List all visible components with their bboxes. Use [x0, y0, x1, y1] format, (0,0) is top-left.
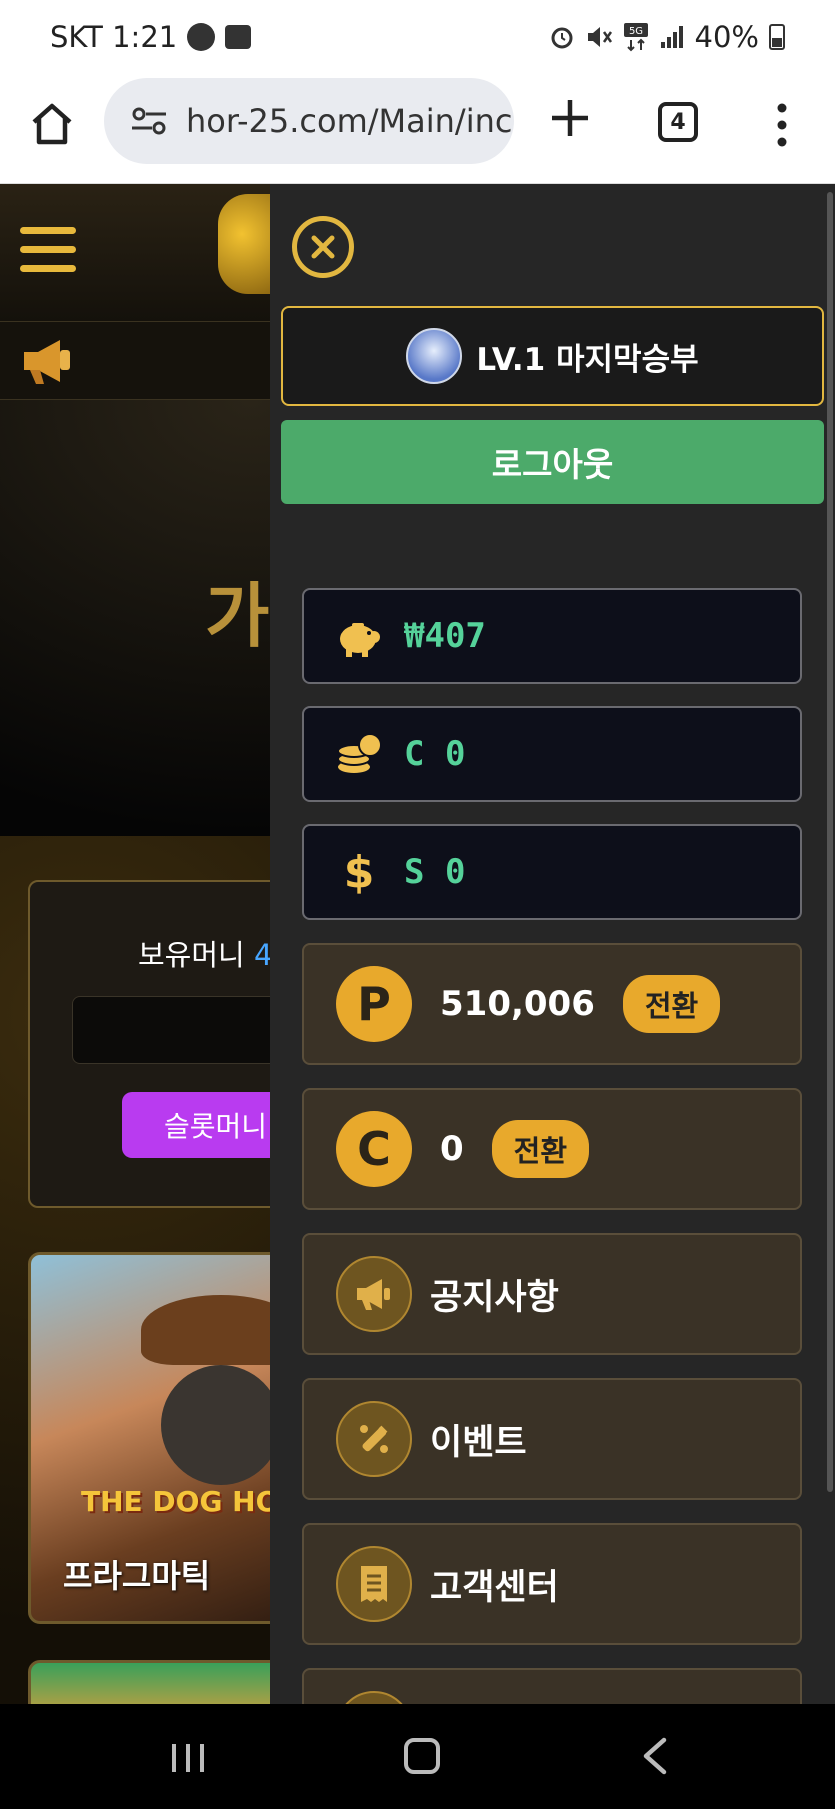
megaphone-icon [24, 340, 70, 384]
convert-point-button[interactable]: 전환 [622, 975, 721, 1033]
game-art-dog [161, 1365, 281, 1485]
mute-icon [587, 27, 612, 47]
point-row-c: C 0 전환 [302, 1088, 802, 1210]
battery-percent: 40% [694, 20, 759, 54]
balance-casino: C 0 [302, 706, 802, 802]
carrier-time: SKT 1:21 [50, 20, 178, 54]
tab-switcher-button[interactable]: 4 [658, 102, 698, 142]
menu-item-label: 고객센터 [430, 1567, 559, 1608]
balance-slot-value: S 0 [404, 852, 466, 892]
balance-krw: ₩407 [302, 588, 802, 684]
menu-item-notice[interactable]: 공지사항 [302, 1233, 802, 1355]
game-logo: THE DOG HO [81, 1485, 280, 1518]
coins-icon [337, 733, 382, 773]
point-c-value: 0 [440, 1129, 464, 1169]
new-tab-button[interactable] [548, 96, 592, 140]
recent-apps-button[interactable] [168, 1742, 208, 1774]
balance-slot: $ S 0 [302, 824, 802, 920]
event-icon [336, 1401, 412, 1477]
point-p-value: 510,006 [440, 984, 595, 1024]
receipt-icon [336, 1546, 412, 1622]
signal-icon [660, 26, 683, 48]
close-button[interactable] [292, 216, 354, 278]
status-bar: SKT 1:21 5G 40% [0, 0, 835, 78]
svg-text:5G: 5G [628, 26, 642, 37]
point-row-p: P 510,006 전환 [302, 943, 802, 1065]
menu-item-label: 이벤트 [430, 1422, 527, 1463]
logout-button[interactable]: 로그아웃 [281, 420, 824, 504]
user-profile: LV.1 마지막승부 [281, 306, 824, 406]
dollar-icon: $ [344, 847, 375, 897]
menu-item-more[interactable] [302, 1668, 802, 1704]
browser-toolbar: hor-25.com/Main/inc 4 [0, 78, 835, 184]
user-level-name: LV.1 마지막승부 [476, 341, 699, 378]
menu-item-icon [336, 1691, 412, 1704]
url-text: hor-25.com/Main/inc [186, 102, 513, 140]
point-p-icon: P [336, 966, 412, 1042]
back-button[interactable] [640, 1736, 670, 1776]
menu-item-support[interactable]: 고객센터 [302, 1523, 802, 1645]
point-c-icon: C [336, 1111, 412, 1187]
more-menu-icon[interactable] [770, 100, 794, 150]
menu-item-event[interactable]: 이벤트 [302, 1378, 802, 1500]
address-bar[interactable]: hor-25.com/Main/inc [104, 78, 514, 164]
site-settings-icon[interactable] [130, 106, 168, 136]
avatar [406, 328, 463, 384]
image-icon [225, 25, 252, 49]
home-button[interactable] [28, 100, 76, 148]
system-nav-bar [0, 1704, 835, 1809]
close-icon [311, 235, 335, 259]
game-provider-title: 프라그마틱 [63, 1557, 211, 1595]
menu-item-label: 공지사항 [430, 1277, 559, 1318]
wallet-label: 보유머니 4 [138, 938, 273, 972]
svg-text:$: $ [344, 847, 375, 897]
hamburger-menu-icon[interactable] [20, 227, 76, 275]
alarm-icon [551, 27, 573, 49]
battery-icon [769, 24, 785, 50]
home-nav-button[interactable] [404, 1738, 440, 1774]
convert-comp-button[interactable]: 전환 [491, 1120, 590, 1178]
megaphone-icon [336, 1256, 412, 1332]
talk-icon [187, 23, 216, 51]
piggy-bank-icon [340, 623, 380, 657]
balance-casino-value: C 0 [404, 734, 466, 774]
drawer-scrollbar[interactable] [827, 192, 833, 1492]
bee-logo[interactable] [218, 194, 278, 294]
balance-krw-value: ₩407 [404, 616, 486, 656]
5g-icon: 5G [623, 23, 648, 52]
side-drawer: LV.1 마지막승부 로그아웃 ₩407 C 0 $ S 0 P 510,006… [270, 184, 835, 1704]
